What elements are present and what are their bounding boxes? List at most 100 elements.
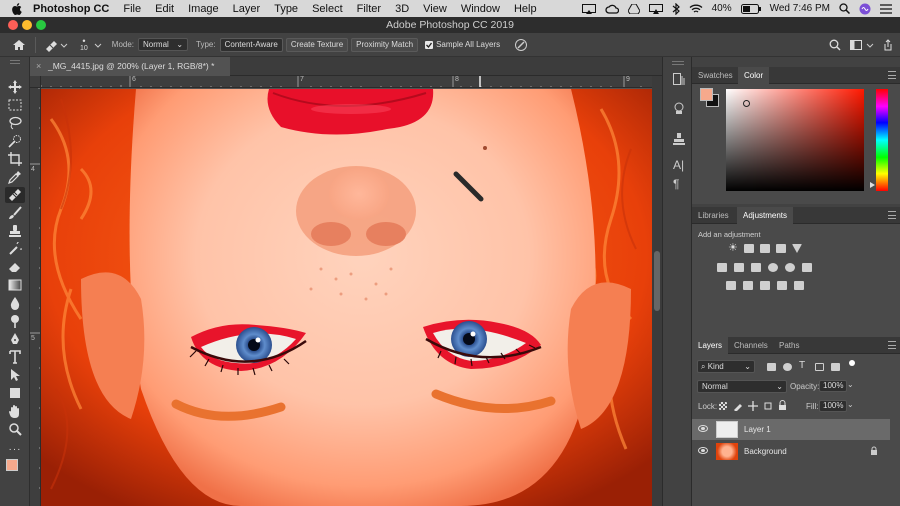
- battery-icon[interactable]: [740, 3, 761, 14]
- tab-layers[interactable]: Layers: [692, 337, 729, 354]
- chevron-down-icon[interactable]: ⌄: [847, 400, 854, 409]
- drive-icon[interactable]: [627, 3, 640, 14]
- properties-panel-icon[interactable]: [673, 102, 685, 114]
- fill-input[interactable]: 100%: [819, 400, 848, 412]
- move-tool[interactable]: [5, 79, 25, 95]
- type-tool[interactable]: [5, 349, 25, 365]
- visibility-eye-icon[interactable]: [698, 425, 708, 432]
- close-tab-icon[interactable]: ×: [36, 57, 41, 76]
- tab-channels[interactable]: Channels: [728, 337, 774, 354]
- screen-mirror-icon[interactable]: [581, 3, 596, 14]
- canvas-vertical-scrollbar[interactable]: [652, 76, 662, 506]
- clone-source-icon[interactable]: [673, 133, 685, 145]
- lock-image-icon[interactable]: [733, 401, 743, 411]
- healing-brush-preset-icon[interactable]: [44, 38, 60, 52]
- tab-libraries[interactable]: Libraries: [692, 207, 735, 224]
- layer-kind-filter[interactable]: ⌕ Kind ⌄: [697, 360, 755, 373]
- channel-mixer-icon[interactable]: [785, 263, 795, 272]
- clone-stamp-tool[interactable]: [5, 223, 25, 239]
- eyedropper-tool[interactable]: [5, 169, 25, 185]
- menu-type[interactable]: Type: [274, 3, 298, 15]
- home-icon[interactable]: [12, 39, 26, 51]
- marquee-tool[interactable]: [5, 97, 25, 113]
- threshold-icon[interactable]: [760, 281, 770, 290]
- color-balance-icon[interactable]: [734, 263, 744, 272]
- filter-smart-object-icon[interactable]: [831, 363, 840, 371]
- search-icon[interactable]: [829, 39, 841, 51]
- creative-cloud-icon[interactable]: [605, 4, 619, 14]
- dock-grip[interactable]: [672, 61, 684, 65]
- layer-name[interactable]: Background: [744, 447, 787, 456]
- eraser-tool[interactable]: [5, 259, 25, 275]
- blur-tool[interactable]: [5, 295, 25, 311]
- brightness-icon[interactable]: ☀: [728, 243, 738, 254]
- pressure-icon[interactable]: [514, 38, 528, 52]
- character-panel-icon[interactable]: A|: [673, 158, 684, 172]
- pen-tool[interactable]: [5, 331, 25, 347]
- menu-image[interactable]: Image: [188, 3, 219, 15]
- menu-edit[interactable]: Edit: [155, 3, 174, 15]
- wifi-icon[interactable]: [689, 4, 703, 14]
- close-window-button[interactable]: [8, 20, 18, 30]
- exposure-icon[interactable]: [776, 244, 786, 253]
- history-brush-tool[interactable]: [5, 241, 25, 257]
- color-picker-marker[interactable]: [743, 100, 750, 107]
- tab-paths[interactable]: Paths: [773, 337, 805, 354]
- lock-artboard-icon[interactable]: [763, 401, 773, 411]
- gradient-tool[interactable]: [5, 277, 25, 293]
- menu-app-name[interactable]: Photoshop CC: [33, 3, 109, 15]
- gradient-map-icon[interactable]: [777, 281, 787, 290]
- menu-filter[interactable]: Filter: [357, 3, 381, 15]
- layer-row-layer-1[interactable]: Layer 1: [692, 419, 890, 440]
- color-lookup-icon[interactable]: [802, 263, 812, 272]
- tab-color[interactable]: Color: [738, 67, 770, 84]
- sample-all-layers-checkbox[interactable]: Sample All Layers: [425, 40, 500, 49]
- brush-size-picker[interactable]: • 10: [80, 36, 88, 53]
- lock-transparent-icon[interactable]: [719, 402, 727, 410]
- bluetooth-icon[interactable]: [672, 2, 680, 15]
- hue-slider[interactable]: [876, 89, 888, 191]
- quick-selection-tool[interactable]: [5, 133, 25, 149]
- crop-tool[interactable]: [5, 151, 25, 167]
- menu-3d[interactable]: 3D: [395, 3, 409, 15]
- notification-center-icon[interactable]: [880, 3, 892, 14]
- panel-menu-icon[interactable]: [888, 341, 896, 349]
- menu-window[interactable]: Window: [461, 3, 500, 15]
- lock-all-icon[interactable]: [778, 400, 787, 411]
- ruler-origin[interactable]: [30, 76, 41, 88]
- curves-icon[interactable]: [760, 244, 770, 253]
- menu-layer[interactable]: Layer: [233, 3, 261, 15]
- photo-filter-icon[interactable]: [768, 263, 778, 272]
- search-icon[interactable]: [839, 3, 850, 14]
- chevron-down-icon[interactable]: ⌄: [847, 380, 854, 389]
- lock-position-icon[interactable]: [748, 401, 758, 411]
- lasso-tool[interactable]: [5, 115, 25, 131]
- black-white-icon[interactable]: [751, 263, 761, 272]
- filter-type-icon[interactable]: T: [799, 360, 805, 371]
- document-canvas[interactable]: [41, 89, 652, 506]
- shape-tool[interactable]: [5, 385, 25, 401]
- healing-brush-tool[interactable]: [5, 187, 25, 203]
- filter-pixel-icon[interactable]: [767, 363, 776, 371]
- menu-file[interactable]: File: [123, 3, 141, 15]
- blend-mode-select[interactable]: Normal ⌄: [697, 380, 787, 393]
- panel-menu-icon[interactable]: [888, 211, 896, 219]
- filter-toggle-icon[interactable]: [849, 360, 855, 366]
- foreground-color-swatch[interactable]: [6, 459, 18, 471]
- layer-name[interactable]: Layer 1: [744, 425, 771, 434]
- panel-menu-icon[interactable]: [888, 71, 896, 79]
- hand-tool[interactable]: [5, 403, 25, 419]
- chevron-down-icon[interactable]: [866, 42, 874, 50]
- foreground-color-chip[interactable]: [700, 88, 713, 101]
- history-panel-icon[interactable]: [673, 73, 685, 85]
- airplay-icon[interactable]: [648, 3, 663, 14]
- invert-icon[interactable]: [726, 281, 736, 290]
- filter-adjustment-icon[interactable]: [783, 363, 792, 371]
- menu-select[interactable]: Select: [312, 3, 343, 15]
- hue-saturation-icon[interactable]: [717, 263, 727, 272]
- minimize-window-button[interactable]: [22, 20, 32, 30]
- zoom-tool[interactable]: [5, 421, 25, 437]
- opacity-input[interactable]: 100%: [819, 380, 848, 392]
- clock[interactable]: Wed 7:46 PM: [770, 3, 830, 14]
- selective-color-icon[interactable]: [794, 281, 804, 290]
